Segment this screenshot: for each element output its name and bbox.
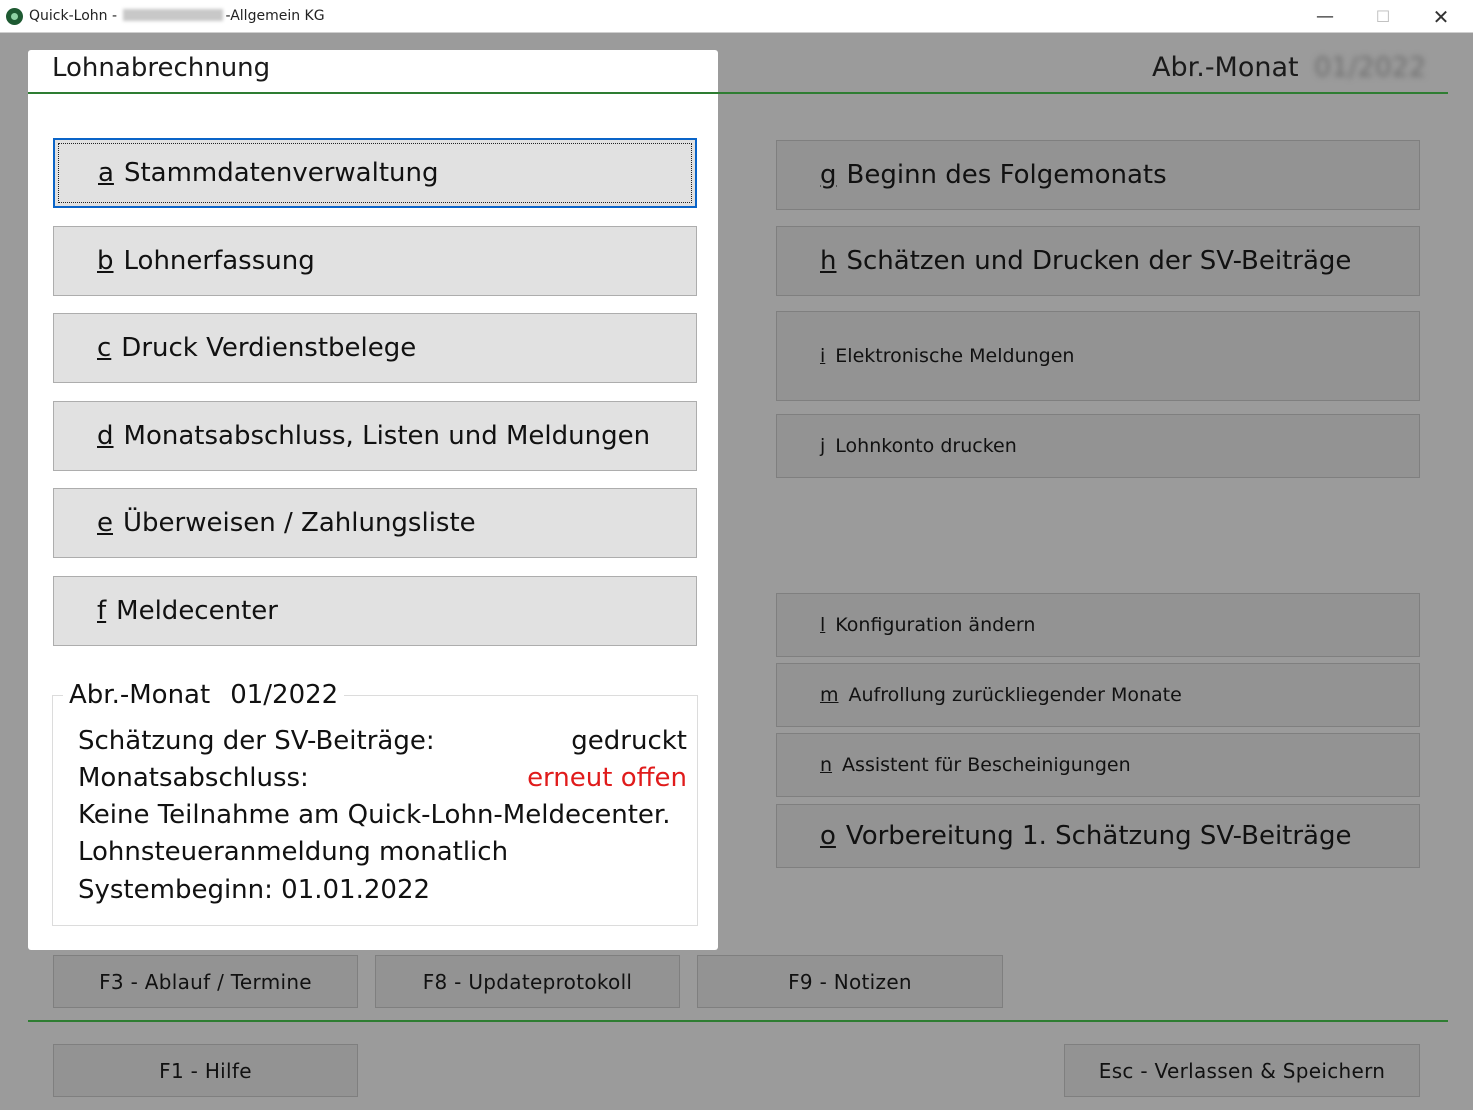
shortcut-key: m xyxy=(820,684,839,706)
menu-button-b[interactable]: b Lohnerfassung xyxy=(53,226,697,296)
button-label: Druck Verdienstbelege xyxy=(121,333,417,363)
menu-button-a[interactable]: a Stammdatenverwaltung xyxy=(53,138,697,208)
f3-ablauf-button[interactable]: F3 - Ablauf / Termine xyxy=(53,955,358,1008)
shortcut-key: b xyxy=(97,246,114,276)
maximize-button[interactable]: ☐ xyxy=(1354,0,1412,33)
button-label: Monatsabschluss, Listen und Meldungen xyxy=(123,421,651,451)
shortcut-key: i xyxy=(820,345,826,367)
close-button[interactable]: ✕ xyxy=(1412,0,1470,33)
esc-save-exit-button[interactable]: Esc - Verlassen & Speichern xyxy=(1064,1044,1420,1097)
menu-button-e[interactable]: e Überweisen / Zahlungsliste xyxy=(53,488,697,558)
button-label: Elektronische Meldungen xyxy=(835,345,1075,367)
f1-hilfe-button[interactable]: F1 - Hilfe xyxy=(53,1044,358,1097)
shortcut-key: e xyxy=(97,508,113,538)
sv-value: gedruckt xyxy=(571,726,687,756)
shortcut-key: f xyxy=(97,596,107,626)
title-bar: Quick-Lohn - -Allgemein KG — ☐ ✕ xyxy=(0,0,1473,33)
menu-button-c[interactable]: c Druck Verdienstbelege xyxy=(53,313,697,383)
menu-button-j[interactable]: j Lohnkonto drucken xyxy=(776,414,1420,478)
status-group-legend: Abr.-Monat 01/2022 xyxy=(63,680,345,710)
app-icon xyxy=(6,8,23,25)
systembeginn-status: Systembeginn: 01.01.2022 xyxy=(78,875,431,905)
sv-label: Schätzung der SV-Beiträge: xyxy=(78,726,435,756)
legend-value: 01/2022 xyxy=(230,680,339,710)
menu-button-f[interactable]: f Meldecenter xyxy=(53,576,697,646)
button-label: Aufrollung zurückliegender Monate xyxy=(848,684,1182,706)
menu-button-l[interactable]: l Konfiguration ändern xyxy=(776,593,1420,657)
shortcut-key: d xyxy=(97,421,114,451)
button-label: Assistent für Bescheinigungen xyxy=(842,754,1131,776)
menu-button-i[interactable]: i Elektronische Meldungen xyxy=(776,311,1420,401)
menu-button-g[interactable]: g Beginn des Folgemonats xyxy=(776,140,1420,210)
window-title-suffix: -Allgemein KG xyxy=(225,8,325,24)
meldecenter-status: Keine Teilnahme am Quick-Lohn-Meldecente… xyxy=(78,800,671,830)
button-label: Konfiguration ändern xyxy=(835,614,1036,636)
menu-button-n[interactable]: n Assistent für Bescheinigungen xyxy=(776,733,1420,797)
button-label: Lohnkonto drucken xyxy=(835,435,1017,457)
window-title-prefix: Quick-Lohn - xyxy=(29,8,122,24)
button-label: Stammdatenverwaltung xyxy=(123,158,439,188)
shortcut-key: c xyxy=(97,333,112,363)
footer-divider xyxy=(28,1020,1448,1022)
button-label: Überweisen / Zahlungsliste xyxy=(123,508,476,538)
panel-title: Lohnabrechnung xyxy=(52,53,271,83)
panel-divider xyxy=(28,92,718,94)
shortcut-key: l xyxy=(820,614,826,636)
menu-button-m[interactable]: m Aufrollung zurückliegender Monate xyxy=(776,663,1420,727)
monatsabschluss-value: erneut offen xyxy=(527,763,687,793)
lohnsteuer-status: Lohnsteueranmeldung monatlich xyxy=(78,837,509,867)
monatsabschluss-label: Monatsabschluss: xyxy=(78,763,309,793)
menu-button-d[interactable]: d Monatsabschluss, Listen und Meldungen xyxy=(53,401,697,471)
header-abr-label: Abr.-Monat xyxy=(1152,52,1299,83)
menu-button-h[interactable]: h Schätzen und Drucken der SV-Beiträge xyxy=(776,226,1420,296)
lohnabrechnung-panel: Lohnabrechnung a Stammdatenverwaltung b Lo… xyxy=(28,50,718,950)
button-label: Schätzen und Drucken der SV-Beiträge xyxy=(846,246,1352,276)
shortcut-key: o xyxy=(820,821,836,851)
f8-updateprotokoll-button[interactable]: F8 - Updateprotokoll xyxy=(375,955,680,1008)
menu-button-o[interactable]: o Vorbereitung 1. Schätzung SV-Beiträge xyxy=(776,804,1420,868)
shortcut-key: a xyxy=(98,158,114,188)
status-group: Abr.-Monat 01/2022 Schätzung der SV-Beitr… xyxy=(52,680,698,926)
button-label: Meldecenter xyxy=(116,596,278,626)
shortcut-key: n xyxy=(820,754,833,776)
button-label: Vorbereitung 1. Schätzung SV-Beiträge xyxy=(845,821,1352,851)
shortcut-key: g xyxy=(820,160,837,190)
minimize-button[interactable]: — xyxy=(1296,0,1354,33)
redacted-company-name xyxy=(123,9,224,21)
shortcut-key: h xyxy=(820,246,837,276)
header-abr-value: 01/2022 xyxy=(1314,52,1427,83)
button-label: Lohnerfassung xyxy=(123,246,315,276)
button-label: Beginn des Folgemonats xyxy=(846,160,1167,190)
window-title: Quick-Lohn - -Allgemein KG xyxy=(29,8,325,24)
f9-notizen-button[interactable]: F9 - Notizen xyxy=(697,955,1003,1008)
legend-label: Abr.-Monat xyxy=(69,680,211,710)
shortcut-key: j xyxy=(820,435,826,457)
